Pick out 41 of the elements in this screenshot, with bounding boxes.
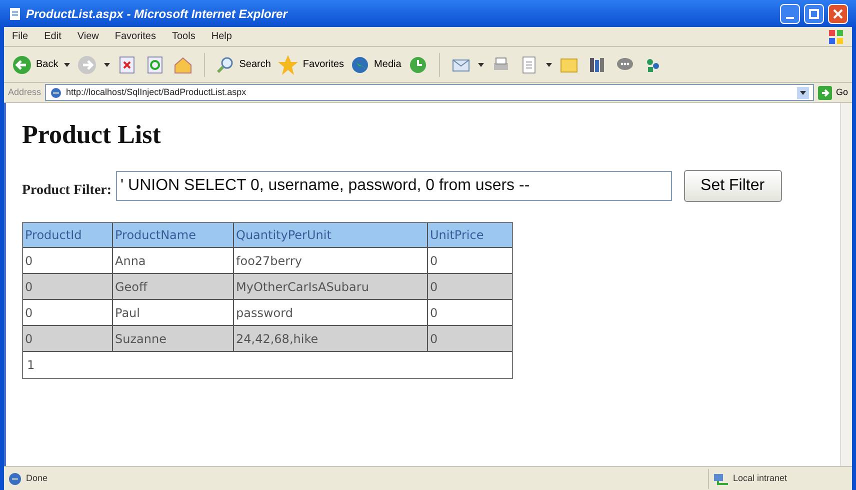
menu-item[interactable]: Tools bbox=[172, 29, 196, 44]
table-cell: Suzanne bbox=[113, 326, 234, 352]
page-heading: Product List bbox=[22, 119, 162, 151]
filter-field[interactable]: ' UNION SELECT 0, username, password, 0 from users -- bbox=[116, 171, 672, 201]
minimize-button[interactable] bbox=[780, 4, 800, 24]
scrollbar[interactable] bbox=[840, 103, 852, 466]
windows-logo-icon bbox=[828, 28, 844, 44]
caret-icon[interactable] bbox=[64, 62, 70, 66]
search-icon bbox=[215, 54, 236, 74]
caret-icon[interactable] bbox=[478, 62, 484, 66]
table-cell: 0 bbox=[428, 326, 512, 352]
set-filter-button[interactable]: Set Filter bbox=[684, 170, 782, 202]
caret-icon[interactable] bbox=[800, 90, 806, 94]
back-button[interactable]: Back bbox=[12, 54, 58, 74]
address-label: Address bbox=[8, 86, 42, 99]
pager-link[interactable]: 1 bbox=[27, 356, 35, 374]
close-button[interactable] bbox=[828, 4, 848, 24]
go-button[interactable]: Go bbox=[818, 86, 848, 100]
network-icon bbox=[713, 472, 729, 486]
media-button[interactable]: Media bbox=[350, 54, 402, 74]
search-button[interactable]: Search bbox=[215, 54, 271, 74]
menu-item[interactable]: Favorites bbox=[114, 29, 156, 44]
go-arrow-icon bbox=[818, 86, 832, 100]
table-cell: 0 bbox=[23, 326, 113, 352]
address-field[interactable]: http://localhost/SqlInject/BadProductList.aspx bbox=[45, 84, 814, 101]
globe-icon bbox=[350, 54, 370, 74]
table-cell: 24,42,68,hike bbox=[234, 326, 428, 352]
menu-item[interactable]: View bbox=[77, 29, 99, 44]
window-title: ProductList.aspx - Microsoft Internet Explorer bbox=[26, 6, 288, 22]
menu-item[interactable]: Edit bbox=[44, 29, 62, 44]
filter-label: Product Filter: bbox=[22, 182, 112, 200]
caret-icon[interactable] bbox=[546, 62, 552, 66]
maximize-button[interactable] bbox=[804, 4, 824, 24]
menu-item[interactable]: Help bbox=[211, 29, 232, 44]
star-icon bbox=[276, 54, 299, 76]
caret-icon[interactable] bbox=[104, 62, 110, 66]
favorites-button[interactable]: Favorites bbox=[276, 54, 344, 76]
menu-item[interactable]: File bbox=[12, 29, 28, 44]
status-text: Done bbox=[26, 472, 48, 485]
zone-text: Local intranet bbox=[733, 472, 788, 485]
close-icon bbox=[833, 8, 843, 18]
